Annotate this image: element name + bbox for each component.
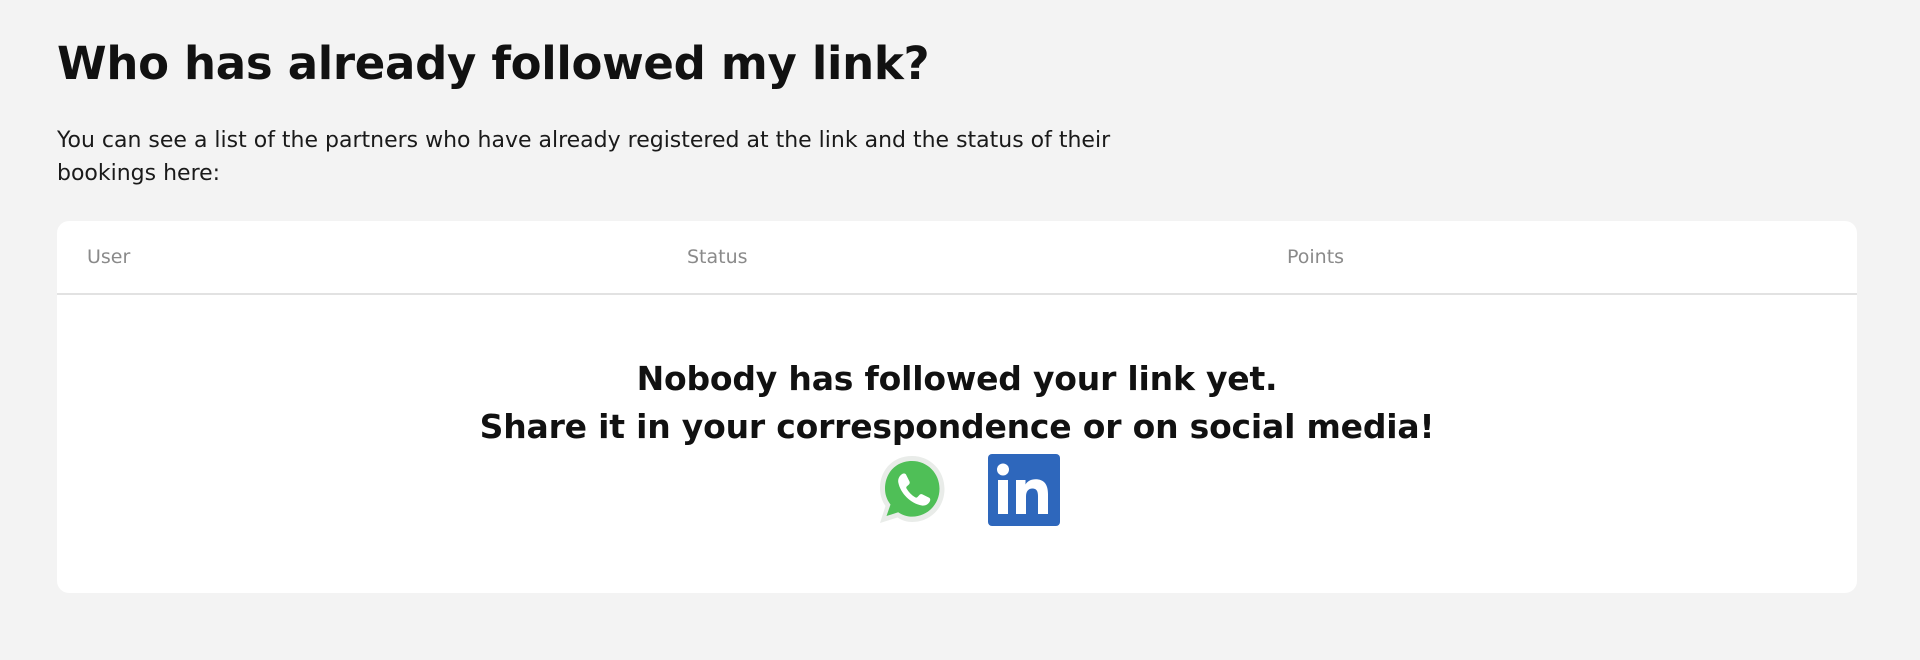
referrals-table: User Status Points Nobody has followed y…: [57, 221, 1857, 593]
page: Who has already followed my link? You ca…: [0, 0, 1920, 660]
empty-state-message: Nobody has followed your link yet.: [636, 359, 1278, 398]
page-title: Who has already followed my link?: [57, 37, 930, 90]
linkedin-icon[interactable]: [987, 453, 1061, 527]
table-header: User Status Points: [57, 221, 1857, 295]
empty-state: Nobody has followed your link yet. Share…: [57, 355, 1857, 527]
column-header-points: Points: [1287, 246, 1345, 268]
column-header-user: User: [87, 246, 131, 268]
whatsapp-icon[interactable]: [875, 453, 949, 527]
page-description: You can see a list of the partners who h…: [57, 128, 1111, 186]
share-buttons: [57, 453, 1857, 527]
column-header-status: Status: [687, 246, 748, 268]
empty-state-hint: Share it in your correspondence or on so…: [479, 407, 1435, 446]
